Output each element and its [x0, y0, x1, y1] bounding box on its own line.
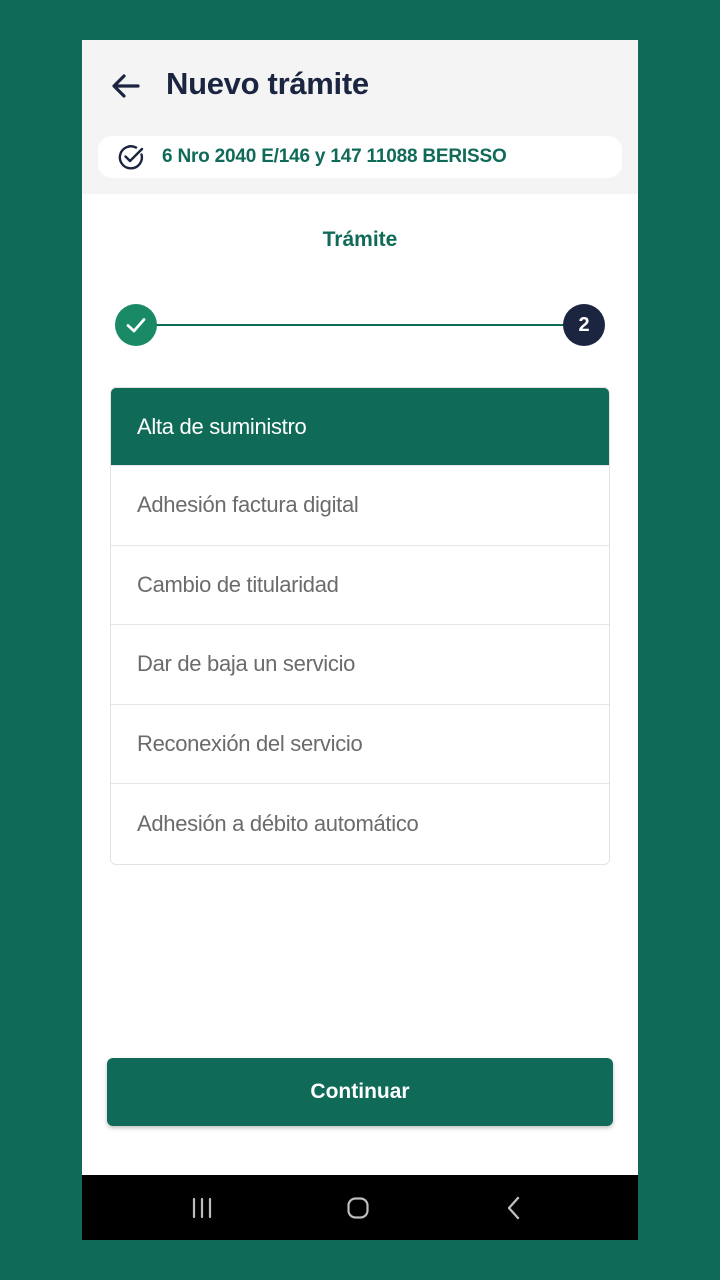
option-reconexion-servicio[interactable]: Reconexión del servicio [111, 705, 609, 784]
option-adhesion-debito-automatico[interactable]: Adhesión a débito automático [111, 784, 609, 864]
progress-stepper: 2 [82, 304, 638, 348]
check-icon [126, 318, 146, 333]
option-adhesion-factura-digital[interactable]: Adhesión factura digital [111, 466, 609, 546]
home-button[interactable] [338, 1193, 378, 1223]
check-circle-icon [116, 142, 146, 172]
step-title: Trámite [322, 228, 398, 251]
system-navigation-bar [82, 1175, 638, 1240]
arrow-left-icon [112, 74, 140, 98]
address-label: 6 Nro 2040 E/146 y 147 11088 BERISSO [162, 146, 507, 167]
step-1-completed [115, 304, 157, 346]
recents-button[interactable] [182, 1193, 222, 1223]
step-2-current: 2 [563, 304, 605, 346]
app-header: Nuevo trámite 6 Nro 2040 E/146 y 147 110… [82, 40, 638, 194]
recents-icon [192, 1197, 212, 1219]
address-selector[interactable]: 6 Nro 2040 E/146 y 147 11088 BERISSO [98, 136, 622, 178]
procedure-options-list: Alta de suministro Adhesión factura digi… [110, 387, 610, 865]
app-screen: Nuevo trámite 6 Nro 2040 E/146 y 147 110… [82, 40, 638, 1240]
back-button[interactable] [106, 66, 146, 106]
page-title: Nuevo trámite [166, 66, 369, 101]
option-dar-de-baja-servicio[interactable]: Dar de baja un servicio [111, 625, 609, 705]
option-cambio-de-titularidad[interactable]: Cambio de titularidad [111, 546, 609, 625]
system-back-button[interactable] [494, 1193, 534, 1223]
continue-button[interactable]: Continuar [107, 1058, 613, 1126]
option-alta-de-suministro[interactable]: Alta de suministro [111, 388, 609, 466]
stepper-line [142, 324, 576, 326]
home-icon [347, 1197, 369, 1219]
nav-back-icon [507, 1196, 520, 1220]
